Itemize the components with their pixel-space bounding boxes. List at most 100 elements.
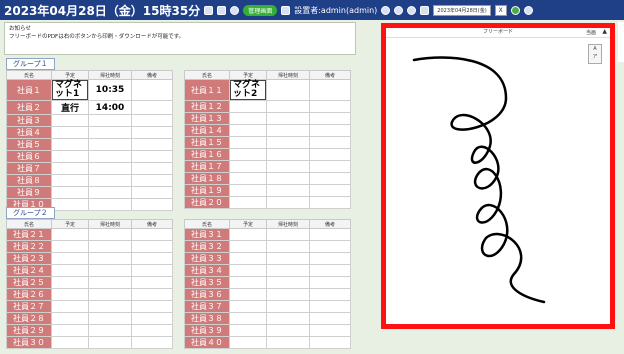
table-row[interactable]: 社員２４ <box>6 264 173 277</box>
note-cell[interactable] <box>309 336 351 349</box>
plan-cell[interactable] <box>229 312 267 325</box>
note-cell[interactable] <box>309 112 351 125</box>
plan-cell[interactable] <box>229 136 267 149</box>
note-cell[interactable] <box>131 312 173 325</box>
note-cell[interactable] <box>131 100 173 115</box>
employee-name[interactable]: 社員２５ <box>6 276 52 289</box>
logout-icon[interactable] <box>523 5 533 15</box>
plan-cell[interactable]: 直行 <box>51 100 89 115</box>
plan-cell[interactable] <box>51 174 89 187</box>
note-cell[interactable] <box>309 264 351 277</box>
magnet-tag[interactable]: マグネット2 <box>230 80 266 100</box>
plan-cell[interactable] <box>51 186 89 199</box>
table-row[interactable]: 社員５ <box>6 138 173 151</box>
employee-name[interactable]: 社員１８ <box>184 172 230 185</box>
table-row[interactable]: 社員９ <box>6 186 173 199</box>
employee-name[interactable]: 社員２０ <box>184 196 230 209</box>
employee-name[interactable]: 社員２４ <box>6 264 52 277</box>
note-cell[interactable] <box>131 198 173 211</box>
table-row[interactable]: 社員２１ <box>6 228 173 241</box>
return-time-cell[interactable] <box>88 300 132 313</box>
note-cell[interactable] <box>131 150 173 163</box>
note-cell[interactable] <box>131 324 173 337</box>
plan-cell[interactable] <box>51 312 89 325</box>
table-row[interactable]: 社員１９ <box>184 184 351 197</box>
note-cell[interactable] <box>131 336 173 349</box>
table-row[interactable]: 社員６ <box>6 150 173 163</box>
calendar-icon[interactable] <box>420 5 430 15</box>
return-time-cell[interactable] <box>88 198 132 211</box>
refresh-icon[interactable] <box>394 5 404 15</box>
plan-cell[interactable]: マグネット2 <box>229 79 267 101</box>
return-time-cell[interactable] <box>266 100 310 113</box>
return-time-cell[interactable] <box>266 264 310 277</box>
return-time-cell[interactable] <box>266 136 310 149</box>
table-row[interactable]: 社員１２ <box>184 100 351 113</box>
employee-name[interactable]: 社員３２ <box>184 240 230 253</box>
return-time-cell[interactable] <box>88 138 132 151</box>
employee-name[interactable]: 社員３３ <box>184 252 230 265</box>
freeboard-canvas[interactable] <box>386 28 610 324</box>
table-row[interactable]: 社員３２ <box>184 240 351 253</box>
note-cell[interactable] <box>131 228 173 241</box>
plan-cell[interactable] <box>51 276 89 289</box>
employee-name[interactable]: 社員６ <box>6 150 52 163</box>
table-row[interactable]: 社員２２ <box>6 240 173 253</box>
note-cell[interactable] <box>309 252 351 265</box>
note-cell[interactable] <box>309 148 351 161</box>
plan-cell[interactable] <box>229 324 267 337</box>
plan-cell[interactable] <box>229 288 267 301</box>
note-cell[interactable] <box>131 186 173 199</box>
employee-name[interactable]: 社員３６ <box>184 288 230 301</box>
return-time-cell[interactable] <box>88 114 132 127</box>
employee-name[interactable]: 社員３０ <box>6 336 52 349</box>
note-cell[interactable] <box>309 240 351 253</box>
return-time-cell[interactable] <box>88 276 132 289</box>
employee-name[interactable]: 社員３７ <box>184 300 230 313</box>
plan-cell[interactable] <box>51 264 89 277</box>
employee-name[interactable]: 社員３５ <box>184 276 230 289</box>
plan-cell[interactable] <box>229 124 267 137</box>
note-cell[interactable] <box>309 324 351 337</box>
note-cell[interactable] <box>131 288 173 301</box>
employee-name[interactable]: 社員３８ <box>184 312 230 325</box>
note-cell[interactable] <box>309 288 351 301</box>
note-cell[interactable] <box>131 264 173 277</box>
return-time-cell[interactable] <box>88 162 132 175</box>
admin-badge[interactable]: 管理画面 <box>243 4 278 16</box>
note-cell[interactable] <box>309 228 351 241</box>
employee-name[interactable]: 社員３４ <box>184 264 230 277</box>
table-row[interactable]: 社員３０ <box>6 336 173 349</box>
return-time-cell[interactable] <box>266 228 310 241</box>
table-row[interactable]: 社員３７ <box>184 300 351 313</box>
note-cell[interactable] <box>309 300 351 313</box>
help-icon[interactable] <box>407 5 417 15</box>
plan-cell[interactable] <box>229 112 267 125</box>
return-time-cell[interactable] <box>266 288 310 301</box>
employee-name[interactable]: 社員１６ <box>184 148 230 161</box>
table-row[interactable]: 社員２９ <box>6 324 173 337</box>
return-time-cell[interactable] <box>266 172 310 185</box>
return-time-cell[interactable] <box>88 324 132 337</box>
table-row[interactable]: 社員２３ <box>6 252 173 265</box>
table-row[interactable]: 社員２７ <box>6 300 173 313</box>
table-row[interactable]: 社員１６ <box>184 148 351 161</box>
plan-cell[interactable] <box>51 240 89 253</box>
employee-name[interactable]: 社員２２ <box>6 240 52 253</box>
return-time-cell[interactable] <box>88 264 132 277</box>
table-row[interactable]: 社員１８ <box>184 172 351 185</box>
plan-cell[interactable] <box>51 252 89 265</box>
note-cell[interactable] <box>131 114 173 127</box>
employee-name[interactable]: 社員２１ <box>6 228 52 241</box>
table-row[interactable]: 社員１１ マグネット2 <box>184 79 351 101</box>
table-row[interactable]: 社員４０ <box>184 336 351 349</box>
return-time-cell[interactable] <box>266 148 310 161</box>
employee-name[interactable]: 社員９ <box>6 186 52 199</box>
table-row[interactable]: 社員２８ <box>6 312 173 325</box>
note-cell[interactable] <box>309 312 351 325</box>
return-time-cell[interactable]: 14:00 <box>88 100 132 115</box>
table-row[interactable]: 社員４ <box>6 126 173 139</box>
table-row[interactable]: 社員１３ <box>184 112 351 125</box>
table-row[interactable]: 社員２５ <box>6 276 173 289</box>
plan-cell[interactable] <box>229 276 267 289</box>
